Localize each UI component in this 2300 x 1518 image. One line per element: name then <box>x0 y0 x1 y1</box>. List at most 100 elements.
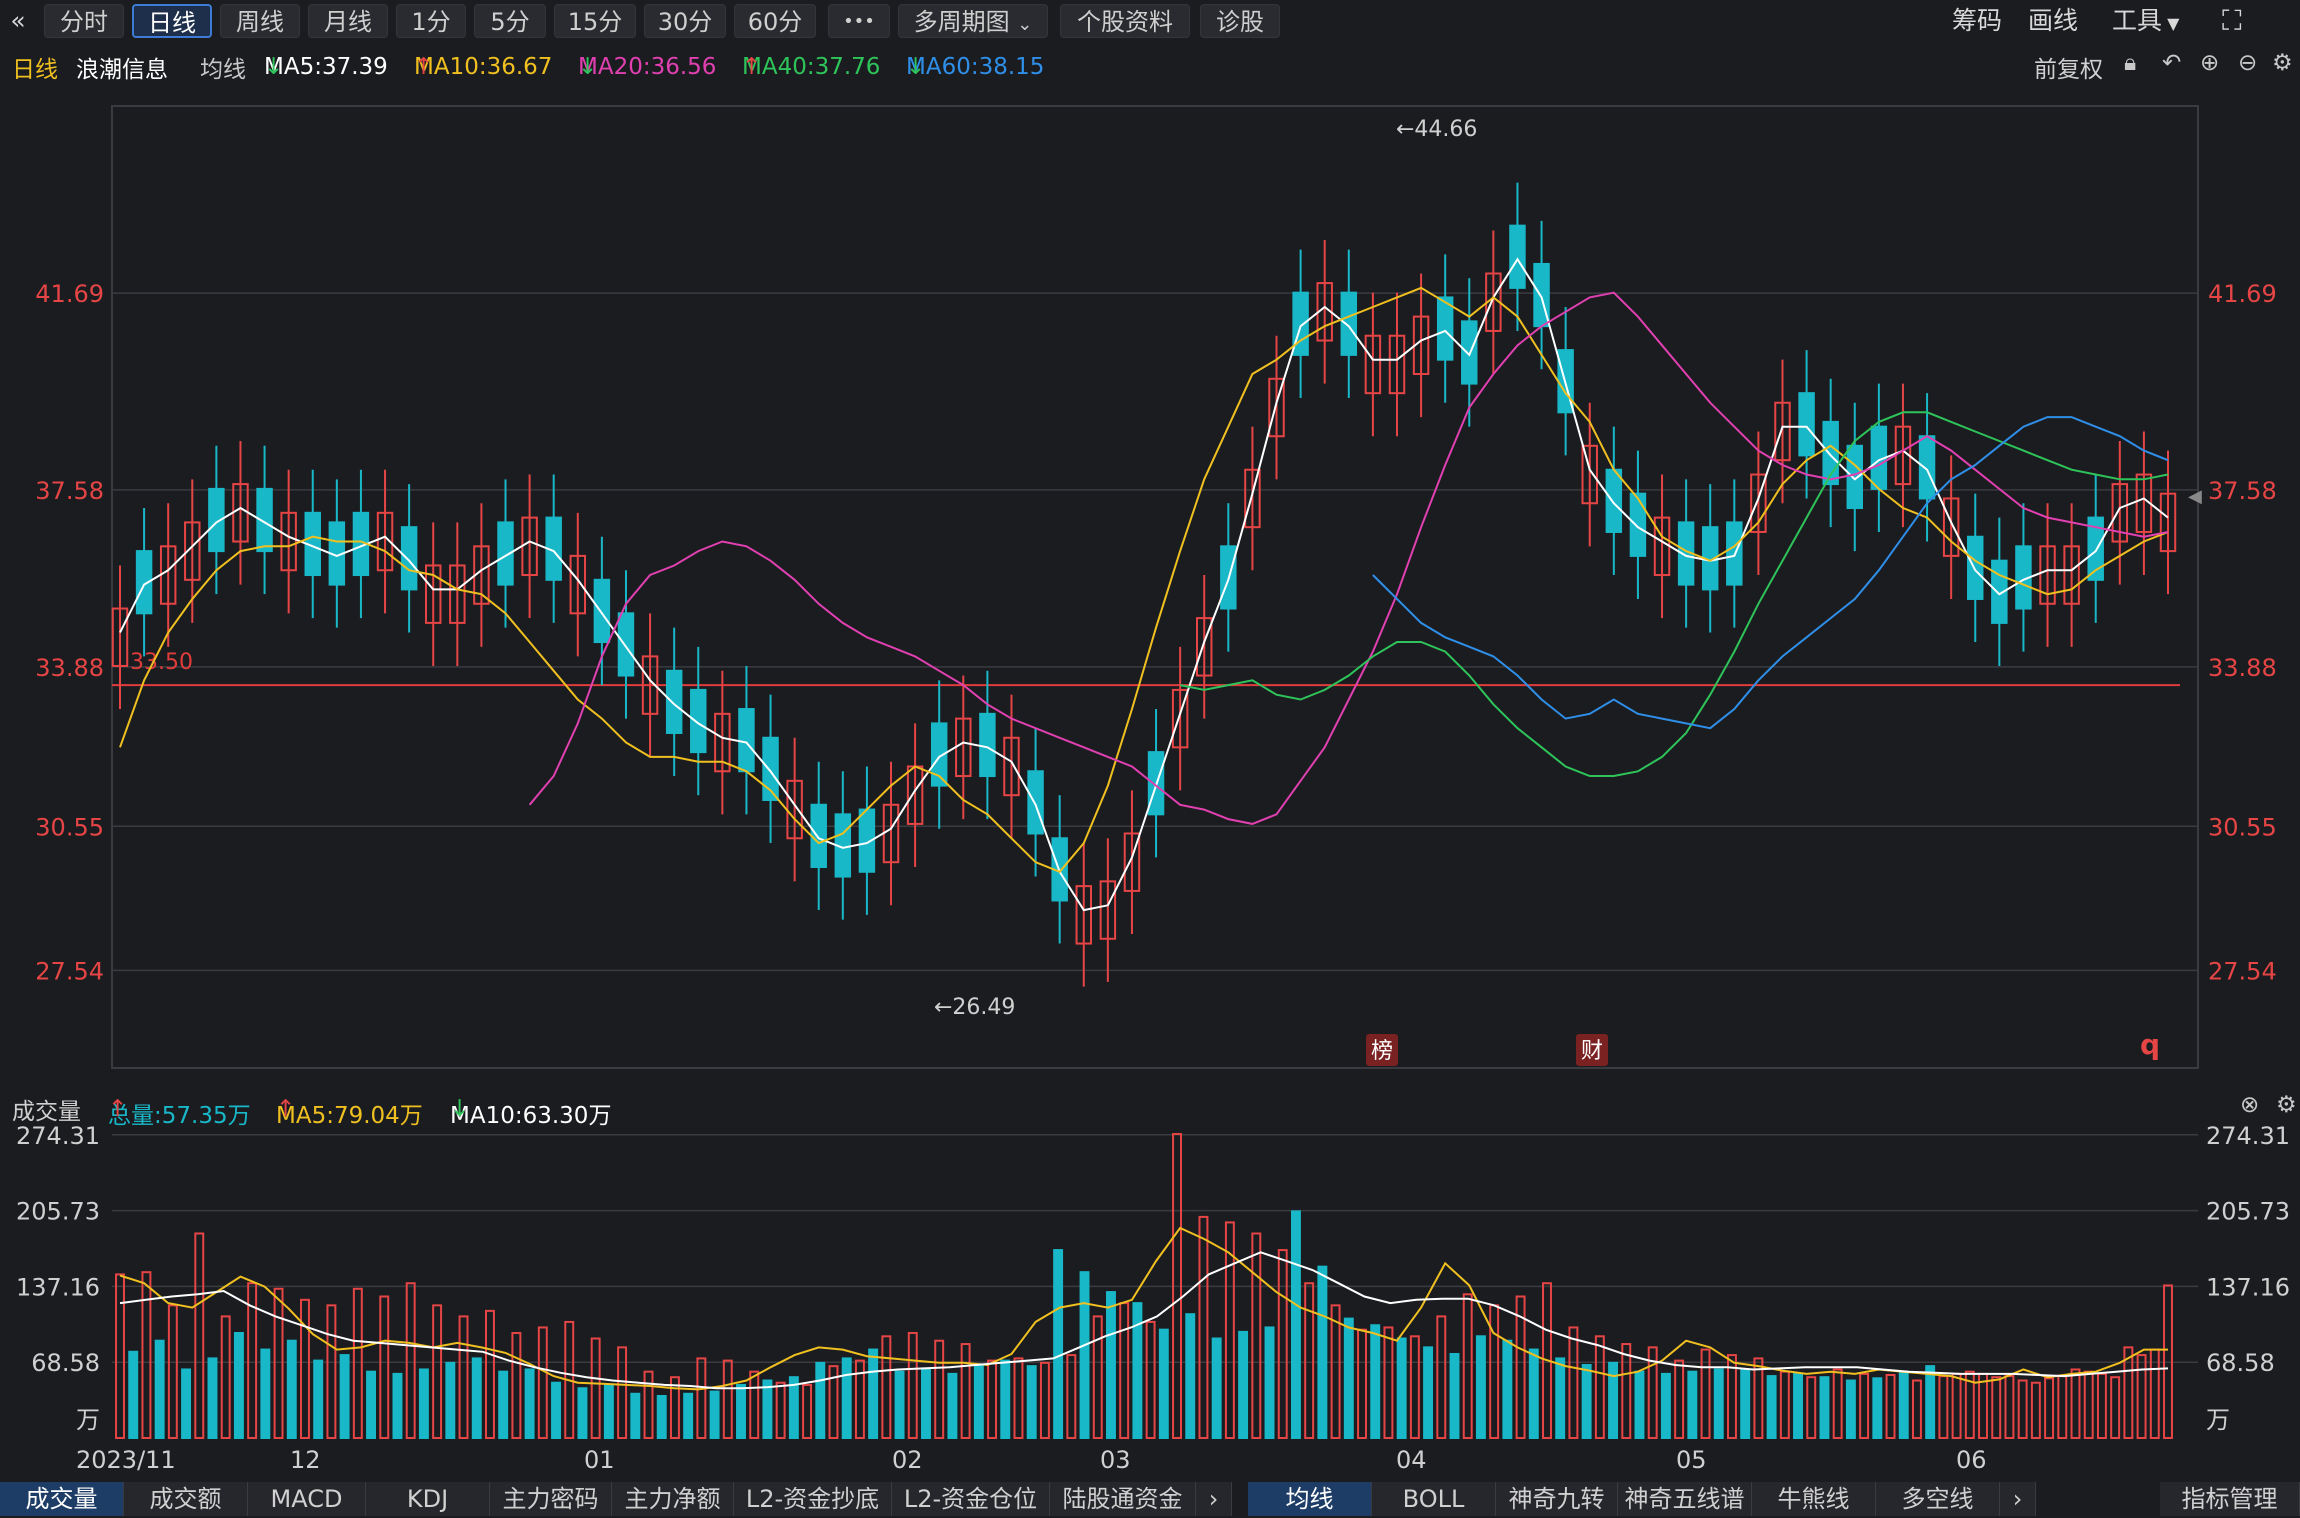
tools-menu[interactable]: 工具 ▼ <box>2112 4 2179 38</box>
double-chevron-left-icon[interactable]: « <box>6 4 30 38</box>
period-tab-5min[interactable]: 5分 <box>474 4 546 38</box>
candle-down <box>400 526 418 591</box>
tab-turnover[interactable]: 成交额 <box>124 1482 248 1516</box>
lock-icon[interactable]: 🔒︎ <box>2124 50 2136 76</box>
period-tab-intraday[interactable]: 分时 <box>44 4 124 38</box>
volume-bar-up <box>617 1346 628 1439</box>
tab-l2-bottom[interactable]: L2-资金抄底 <box>734 1482 892 1516</box>
volume-bar-up <box>484 1309 495 1439</box>
y-tick-label-right: 205.73 <box>2206 1198 2290 1226</box>
plot-frame <box>111 105 2199 1069</box>
candle-down <box>1509 224 1526 289</box>
caret-down-icon: ▼ <box>2162 14 2180 33</box>
volume-bar-down <box>524 1368 535 1440</box>
period-tab-daily[interactable]: 日线 <box>132 4 212 38</box>
volume-bar-up <box>1938 1375 1949 1439</box>
tab-main-net[interactable]: 主力净额 <box>612 1482 734 1516</box>
volume-bar-down <box>1793 1372 1804 1439</box>
undo-icon[interactable]: ↶ <box>2162 50 2181 76</box>
period-tab-60min[interactable]: 60分 <box>734 4 816 38</box>
volume-bar-up <box>1198 1215 1209 1439</box>
period-tab-monthly[interactable]: 月线 <box>308 4 388 38</box>
tab-magic-five[interactable]: 神奇五线谱 <box>1618 1482 1752 1516</box>
tab-kdj[interactable]: KDJ <box>366 1482 490 1516</box>
volume-bar-down <box>1423 1346 1434 1439</box>
volume-bar-up <box>1383 1326 1394 1439</box>
volume-bar-down <box>1449 1352 1460 1439</box>
volume-bar-up <box>1013 1357 1024 1439</box>
volume-bar-up <box>167 1304 178 1439</box>
volume-bar-down <box>233 1331 244 1439</box>
y-tick-label-right: 68.58 <box>2206 1349 2275 1377</box>
ma-label[interactable]: 均线 <box>200 50 246 84</box>
chips-button[interactable]: 筹码 <box>1952 4 2002 38</box>
candle-down <box>1798 392 1815 457</box>
volume-bar-up <box>1885 1373 1896 1439</box>
ma-line-ma10 <box>119 286 2169 873</box>
multi-period-dropdown[interactable]: 多周期图 ⌄ <box>898 4 1048 38</box>
volume-bar-up <box>1779 1370 1790 1439</box>
arrow-down-icon: ↓ <box>578 54 598 80</box>
volume-chart[interactable]: 274.31 274.31 205.73 205.73 137.16 137.16 68.5… <box>0 1122 2300 1440</box>
date-tick: 06 <box>1956 1446 1987 1474</box>
volume-bar-down <box>1634 1370 1645 1439</box>
stock-name[interactable]: 浪潮信息 <box>76 50 168 84</box>
volume-bar-up <box>775 1381 786 1439</box>
volume-bar-up <box>2017 1379 2028 1439</box>
period-tab-30min[interactable]: 30分 <box>644 4 726 38</box>
tab-bull-bear[interactable]: 牛熊线 <box>1752 1482 1876 1516</box>
indicator-manage-button[interactable]: 指标管理 <box>2160 1482 2300 1516</box>
chevron-right-icon[interactable]: › <box>2000 1482 2036 1516</box>
tab-northbound[interactable]: 陆股通资金 <box>1050 1482 1196 1516</box>
volume-bar-up <box>960 1343 971 1439</box>
tab-boll[interactable]: BOLL <box>1372 1482 1496 1516</box>
more-button[interactable]: ••• <box>828 4 890 38</box>
volume-bar-up <box>907 1331 918 1439</box>
chevron-right-icon[interactable]: › <box>1196 1482 1232 1516</box>
volume-bar-down <box>947 1372 958 1439</box>
settings-icon[interactable]: ⚙ <box>2276 1092 2297 1118</box>
volume-bar-up <box>1119 1302 1130 1439</box>
volume-bar-up <box>1951 1372 1962 1439</box>
adjust-mode-button[interactable]: 前复权 <box>2034 50 2103 84</box>
tab-ma[interactable]: 均线 <box>1248 1482 1372 1516</box>
period-tab-1min[interactable]: 1分 <box>396 4 466 38</box>
arrow-down-icon: ↓ <box>264 54 284 80</box>
volume-bar-down <box>603 1383 614 1439</box>
volume-bar-up <box>1991 1376 2002 1439</box>
tab-macd[interactable]: MACD <box>248 1482 366 1516</box>
volume-bar-down <box>1687 1370 1698 1439</box>
close-icon[interactable]: ⊗ <box>2240 1092 2259 1118</box>
volume-bar-up <box>590 1337 601 1439</box>
date-tick: 03 <box>1100 1446 1131 1474</box>
volume-bar-up <box>696 1357 707 1439</box>
volume-bar-down <box>1238 1330 1249 1439</box>
date-tick: 01 <box>584 1446 615 1474</box>
volume-bar-up <box>2136 1354 2147 1439</box>
zoom-in-icon[interactable]: ⊕ <box>2200 50 2219 76</box>
volume-bar-up <box>1911 1379 1922 1439</box>
draw-button[interactable]: 画线 <box>2028 4 2078 38</box>
settings-icon[interactable]: ⚙ <box>2272 50 2293 76</box>
volume-bar-down <box>154 1339 165 1439</box>
candlestick-chart[interactable]: 41.69 41.69 37.58 37.58 33.88 33.88 30.55 30.55… <box>0 84 2300 1088</box>
period-tab-weekly[interactable]: 周线 <box>220 4 300 38</box>
tab-l2-position[interactable]: L2-资金仓位 <box>892 1482 1050 1516</box>
volume-bar-down <box>683 1392 694 1440</box>
volume-bar-up <box>1436 1315 1447 1439</box>
zoom-out-icon[interactable]: ⊖ <box>2238 50 2257 76</box>
diagnose-button[interactable]: 诊股 <box>1200 4 1280 38</box>
period-tab-15min[interactable]: 15分 <box>554 4 636 38</box>
tab-volume[interactable]: 成交量 <box>0 1482 124 1516</box>
arrow-up-icon: ↑ <box>742 54 762 80</box>
volume-bar-up <box>352 1287 363 1439</box>
fullscreen-icon[interactable]: ⛶ <box>2222 4 2242 38</box>
tab-long-short[interactable]: 多空线 <box>1876 1482 2000 1516</box>
tab-magic-nine[interactable]: 神奇九转 <box>1496 1482 1618 1516</box>
y-tick-label-left: 30.55 <box>35 813 104 841</box>
tab-main-code[interactable]: 主力密码 <box>490 1482 612 1516</box>
volume-bar-down <box>709 1390 720 1440</box>
stock-info-button[interactable]: 个股资料 <box>1060 4 1190 38</box>
y-tick-label-right: 30.55 <box>2208 813 2277 841</box>
volume-bar-down <box>1608 1361 1619 1439</box>
